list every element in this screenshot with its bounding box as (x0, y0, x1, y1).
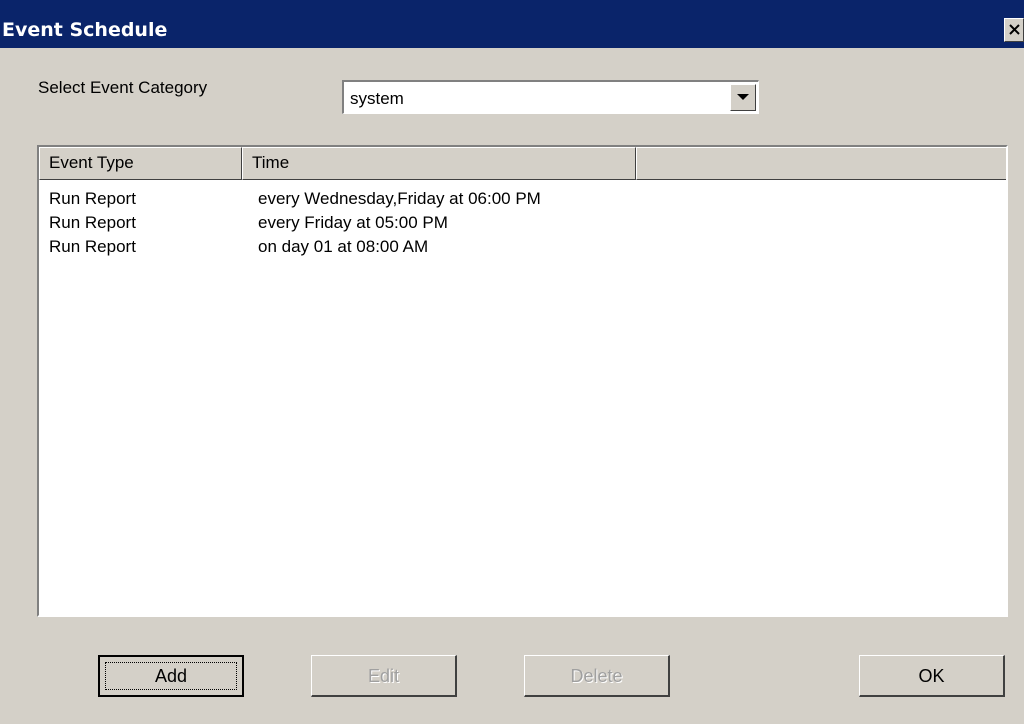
chevron-down-icon (737, 94, 749, 100)
focus-rect (105, 662, 237, 690)
ok-button[interactable]: OK (859, 655, 1005, 697)
column-header-time[interactable]: Time (242, 147, 636, 180)
close-icon (1009, 24, 1020, 35)
time-cell: every Wednesday,Friday at 06:00 PM (258, 189, 541, 208)
title-bar: Event Schedule (0, 0, 1024, 48)
event-category-dropdown[interactable]: system (342, 80, 759, 114)
event-type-cell: Run Report (49, 213, 136, 232)
time-cell: every Friday at 05:00 PM (258, 213, 448, 232)
list-header: Event Type Time (39, 147, 1006, 180)
table-row[interactable]: Run Report every Friday at 05:00 PM (39, 212, 1006, 236)
column-header-empty[interactable] (636, 147, 1006, 180)
time-cell: on day 01 at 08:00 AM (258, 237, 429, 256)
event-category-value: system (350, 89, 404, 108)
add-button[interactable]: Add (98, 655, 244, 697)
list-rows: Run Report every Wednesday,Friday at 06:… (39, 188, 1006, 260)
table-row[interactable]: Run Report on day 01 at 08:00 AM (39, 236, 1006, 260)
column-header-event-type[interactable]: Event Type (39, 147, 242, 180)
event-list[interactable]: Event Type Time Run Report every Wednesd… (37, 145, 1008, 617)
delete-button[interactable]: Delete (524, 655, 670, 697)
event-type-cell: Run Report (49, 237, 136, 256)
select-event-category-label: Select Event Category (38, 78, 208, 97)
delete-button-label: Delete (570, 665, 623, 686)
close-button[interactable] (1004, 18, 1024, 42)
edit-button-label: Edit (367, 665, 400, 686)
event-type-cell: Run Report (49, 189, 136, 208)
ok-button-label: OK (918, 665, 945, 686)
table-row[interactable]: Run Report every Wednesday,Friday at 06:… (39, 188, 1006, 212)
edit-button[interactable]: Edit (311, 655, 457, 697)
dropdown-button[interactable] (730, 84, 756, 111)
window-title: Event Schedule (2, 19, 168, 41)
